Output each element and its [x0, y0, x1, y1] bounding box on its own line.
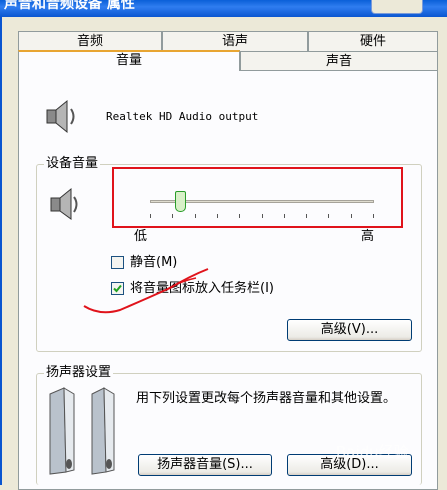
speaker-settings-label: 扬声器设置 — [44, 365, 114, 381]
tab-audio[interactable]: 音频 — [18, 31, 162, 51]
watermark: Baidu经验 — [336, 443, 409, 461]
tab-voice[interactable]: 语声 — [162, 31, 308, 51]
device-volume-label: 设备音量 — [44, 156, 101, 172]
slider-max-label: 高 — [361, 229, 375, 244]
title-bar: 声音和音频设备 属性 — [0, 0, 447, 17]
speaker-icon — [50, 187, 78, 220]
slider-min-label: 低 — [134, 229, 148, 244]
speakers-icon — [49, 387, 115, 475]
speaker-icon — [46, 99, 75, 134]
speaker-volume-button[interactable]: 扬声器音量(S)... — [138, 454, 272, 476]
speaker-settings-description: 用下列设置更改每个扬声器音量和其他设置。 — [136, 391, 397, 406]
annotation-red-box — [112, 167, 403, 228]
device-name: Realtek HD Audio output — [106, 110, 259, 123]
annotation-red-scribble — [83, 268, 209, 314]
tab-sounds[interactable]: 声音 — [240, 51, 438, 71]
tab-volume[interactable]: 音量 — [18, 50, 240, 71]
window-title: 声音和音频设备 属性 — [4, 0, 135, 12]
advanced-volume-button[interactable]: 高级(V)... — [287, 319, 412, 341]
tab-hardware[interactable]: 硬件 — [308, 31, 438, 51]
close-button[interactable] — [371, 0, 423, 14]
